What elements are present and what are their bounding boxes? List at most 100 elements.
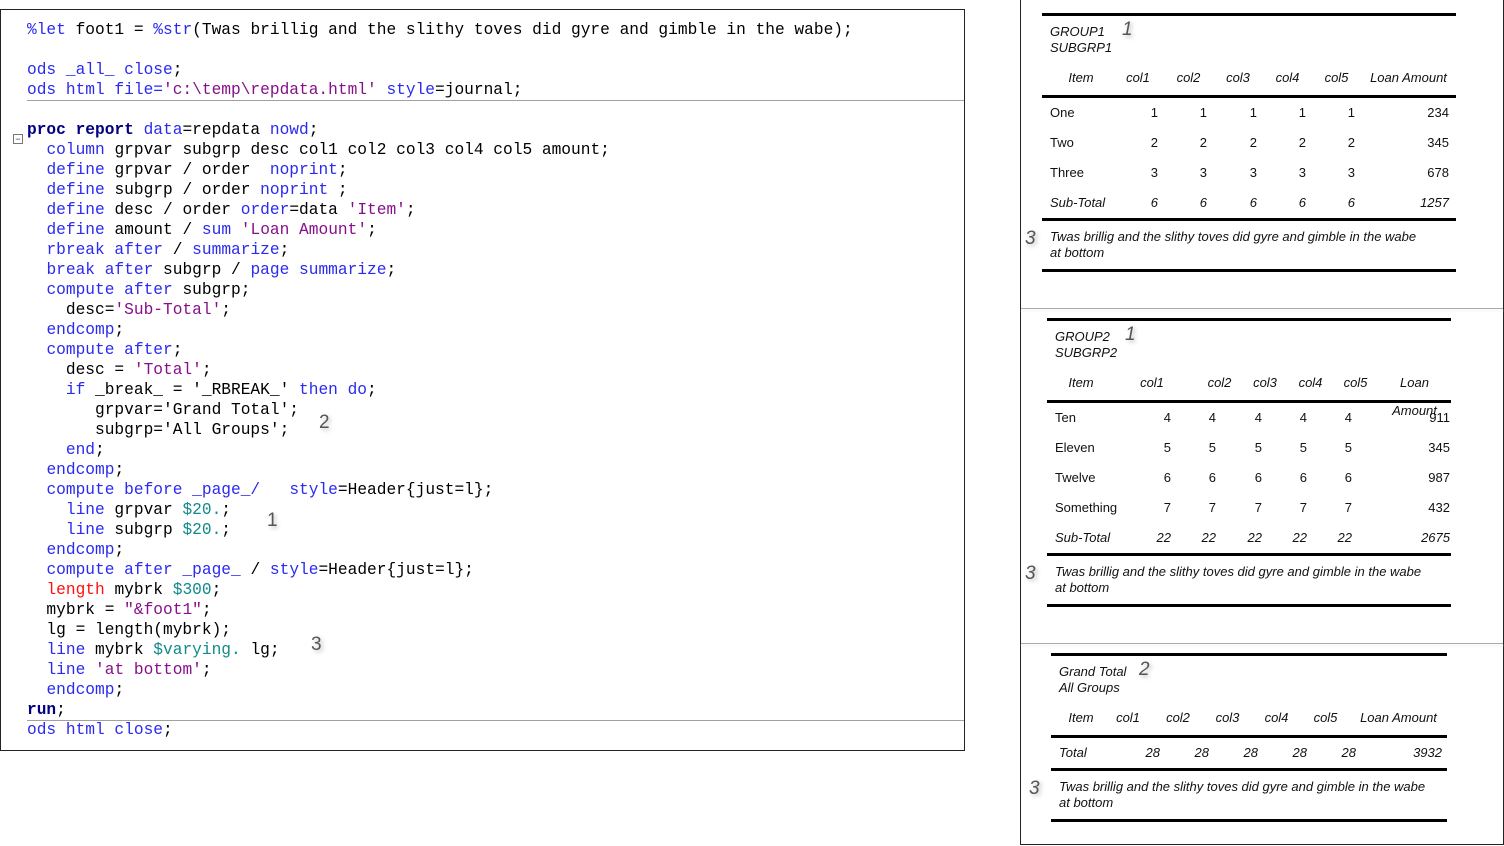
code-token: ;: [308, 121, 319, 139]
code-token: end: [65, 441, 96, 459]
group-label: SUBGRP1: [1050, 40, 1113, 55]
table-cell: 1: [1249, 105, 1257, 120]
code-token: ;: [114, 321, 125, 339]
summary-cell: 6: [1347, 195, 1355, 210]
code-token: column: [46, 141, 105, 159]
code-token: %let: [27, 21, 66, 39]
footnote-line: at bottom: [1059, 795, 1114, 810]
column-header: Loan Amount: [1360, 710, 1437, 725]
summary-cell: 22: [1247, 530, 1262, 545]
code-token: /: [163, 241, 193, 259]
table-cell: 6: [1163, 470, 1171, 485]
annotation-marker: 3: [1025, 228, 1036, 249]
code-token: lg = length(mybrk);: [27, 621, 231, 639]
code-token: 'Sub-Total': [114, 301, 222, 319]
code-line: desc = 'Total';: [27, 360, 212, 380]
page-break: [1021, 308, 1503, 309]
table-cell: 3: [1347, 165, 1355, 180]
table-cell: 3: [1150, 165, 1158, 180]
table-rule: [1051, 819, 1447, 822]
code-token: compute after _page_: [46, 561, 241, 579]
code-token: 'Item': [347, 201, 406, 219]
code-token: ;: [114, 681, 125, 699]
code-token: ;: [95, 441, 105, 459]
table-cell: 4: [1254, 410, 1262, 425]
code-token: /: [240, 561, 270, 579]
code-token: subgrp;: [172, 281, 251, 299]
summary-cell: 22: [1292, 530, 1307, 545]
code-token: line: [65, 501, 105, 519]
column-header: col5: [1313, 710, 1338, 725]
table-cell: 7: [1299, 500, 1307, 515]
code-line: define grpvar / order noprint;: [27, 160, 348, 180]
table-cell: 4: [1299, 410, 1307, 425]
code-token: compute before _page_/: [46, 481, 261, 499]
code-line: mybrk = "&foot1";: [27, 600, 212, 620]
annotation-marker: 2: [319, 412, 330, 433]
code-token: line: [65, 521, 105, 539]
summary-cell: 6: [1199, 195, 1207, 210]
table-cell: Eleven: [1055, 440, 1095, 455]
code-token: ;: [367, 221, 377, 239]
summary-cell: 6: [1150, 195, 1158, 210]
code-line: compute after subgrp;: [27, 280, 250, 300]
table-cell: 345: [1427, 135, 1449, 150]
code-token: page summarize: [250, 261, 387, 279]
code-token: ;: [221, 521, 232, 539]
group-label: Grand Total: [1059, 664, 1127, 679]
footnote-line: Twas brillig and the slithy toves did gy…: [1055, 564, 1422, 579]
code-token: ods html close: [27, 721, 163, 739]
code-token: ;: [114, 461, 125, 479]
code-token: mybrk: [104, 581, 173, 599]
table-cell: 5: [1344, 440, 1352, 455]
code-token: subgrp / order: [104, 181, 261, 199]
table-cell: 911: [1429, 410, 1450, 425]
code-token: define: [46, 161, 105, 179]
code-token: mybrk =: [27, 601, 125, 619]
report-table: GROUP1 SUBGRP1 1 Item col1 col2 col3 col4 col5 Lo…: [1025, 13, 1456, 272]
code-token: nowd: [269, 121, 309, 139]
code-token: =repdata: [182, 121, 270, 139]
table-cell: 5: [1254, 440, 1262, 455]
code-line: rbreak after / summarize;: [27, 240, 289, 260]
code-line: column grpvar subgrp desc col1 col2 col3…: [27, 140, 609, 160]
column-header: col3: [1215, 710, 1240, 725]
summary-cell: Sub-Total: [1050, 195, 1106, 210]
footnote: Twas brillig and the slithy toves did gy…: [1029, 771, 1447, 819]
table-row: Ten 4 4 4 4 4 911: [1047, 403, 1451, 433]
code-editor[interactable]: − %let foot1 = %str(Twas brillig and the…: [0, 9, 965, 751]
table-cell: Twelve: [1055, 470, 1096, 485]
summary-cell: 2675: [1421, 530, 1450, 545]
table-cell: 2: [1199, 135, 1207, 150]
code-line: compute after;: [27, 340, 182, 360]
collapse-toggle-icon[interactable]: −: [13, 134, 23, 144]
code-token: desc =: [27, 361, 134, 379]
code-line: endcomp;: [27, 680, 124, 700]
table-cell: 4: [1344, 410, 1352, 425]
table-cell: 5: [1163, 440, 1171, 455]
code-line: line grpvar $20.;: [27, 500, 231, 520]
code-token: endcomp: [46, 321, 115, 339]
code-token: $20.: [182, 521, 222, 539]
section-divider: [27, 100, 964, 101]
code-token: ;: [114, 541, 125, 559]
code-line: proc report data=repdata nowd;: [27, 120, 318, 140]
table-cell: 1: [1199, 105, 1207, 120]
group-label: GROUP1: [1050, 24, 1105, 39]
table-cell: 678: [1427, 165, 1449, 180]
code-token: length: [46, 581, 105, 599]
summary-cell: 1257: [1420, 195, 1449, 210]
table-cell: 432: [1428, 500, 1450, 515]
column-header: col4: [1275, 70, 1300, 85]
code-token: ;: [201, 601, 212, 619]
table-cell: 4: [1163, 410, 1171, 425]
code-token: ;: [337, 161, 348, 179]
